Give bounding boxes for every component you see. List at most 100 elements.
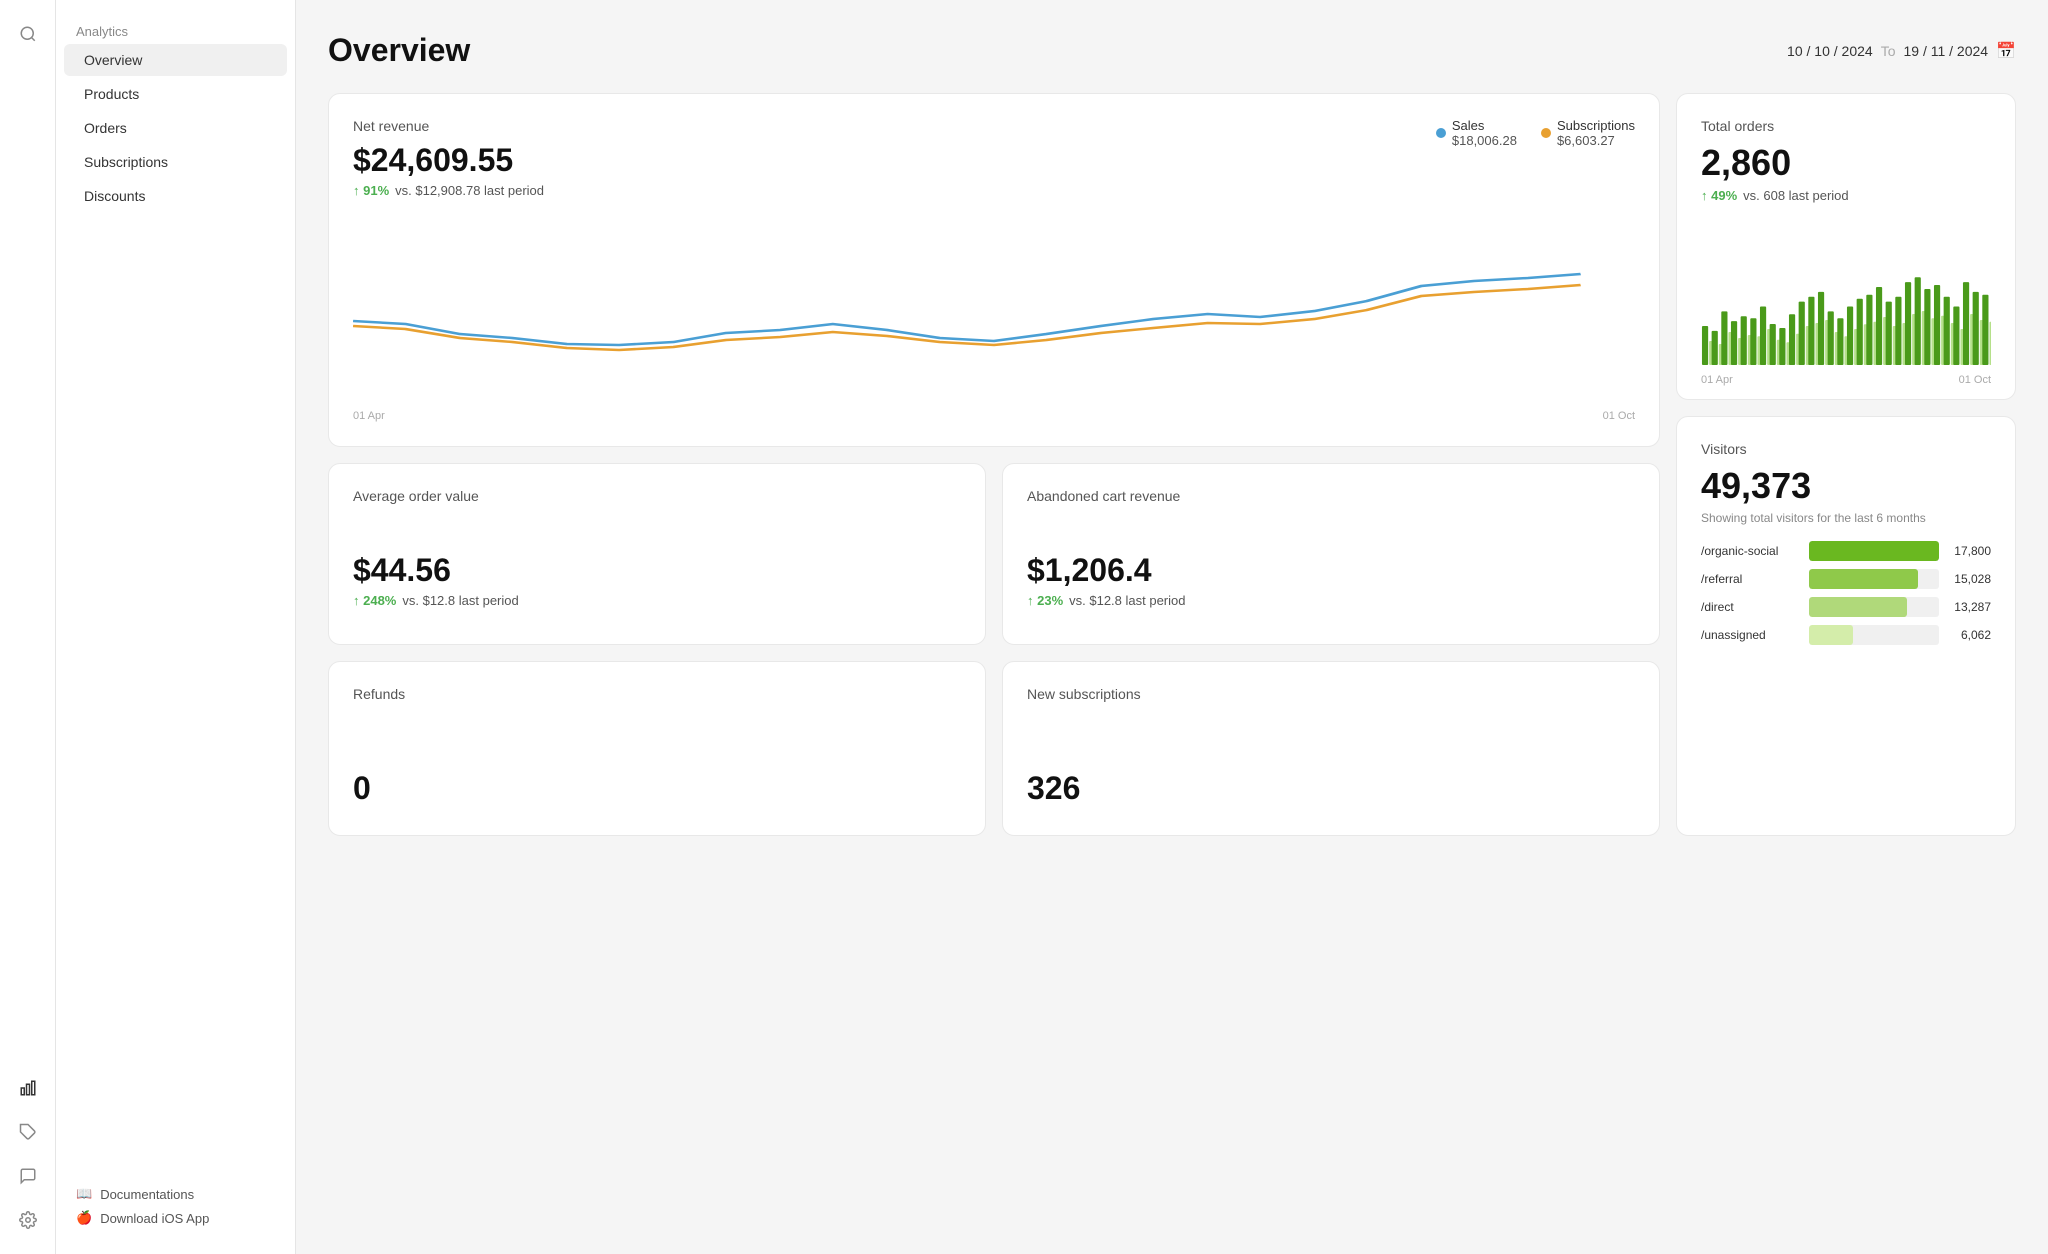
metrics-row2: Average order value $44.56 ↑ 248% vs. $1…: [328, 463, 1660, 645]
refunds-title: Refunds: [353, 686, 961, 702]
apple-icon: 🍎: [76, 1210, 92, 1226]
refunds-card: Refunds 0: [328, 661, 986, 836]
avg-order-value: $44.56: [353, 552, 961, 589]
legend-sales: Sales $18,006.28: [1436, 118, 1517, 148]
total-orders-chart: 01 Apr 01 Oct: [1701, 215, 1991, 375]
book-icon: 📖: [76, 1186, 92, 1202]
avg-order-text: vs. $12.8 last period: [402, 593, 518, 608]
traffic-row: /direct 13,287: [1701, 597, 1991, 617]
traffic-bar-fill: [1809, 541, 1939, 561]
nav-item-overview[interactable]: Overview: [64, 44, 287, 76]
chat-icon-btn[interactable]: [10, 1158, 46, 1194]
avg-order-delta: ↑ 248% vs. $12.8 last period: [353, 593, 961, 608]
calendar-icon[interactable]: 📅: [1996, 41, 2016, 61]
tag-icon-btn[interactable]: [10, 1114, 46, 1150]
traffic-label: /referral: [1701, 572, 1801, 586]
net-revenue-delta-text: vs. $12,908.78 last period: [395, 183, 544, 198]
legend-sales-value: $18,006.28: [1452, 133, 1517, 148]
legend-sales-group: Sales $18,006.28: [1452, 118, 1517, 148]
refunds-value: 0: [353, 770, 961, 807]
legend-sales-label: Sales: [1452, 118, 1517, 133]
abandoned-cart-delta: ↑ 23% vs. $12.8 last period: [1027, 593, 1635, 608]
abandoned-cart-card: Abandoned cart revenue $1,206.4 ↑ 23% vs…: [1002, 463, 1660, 645]
orders-chart-start: 01 Apr: [1701, 374, 1733, 386]
traffic-row: /referral 15,028: [1701, 569, 1991, 589]
net-revenue-chart: [353, 226, 1635, 406]
traffic-bar-wrap: [1809, 569, 1939, 589]
traffic-bar-wrap: [1809, 597, 1939, 617]
traffic-count: 15,028: [1947, 572, 1991, 586]
full-layout: Net revenue $24,609.55 ↑ 91% vs. $12,908…: [328, 93, 2016, 836]
page-title: Overview: [328, 32, 470, 69]
net-revenue-card: Net revenue $24,609.55 ↑ 91% vs. $12,908…: [328, 93, 1660, 447]
visitors-title: Visitors: [1701, 441, 1991, 457]
icon-sidebar: [0, 0, 56, 1254]
traffic-count: 6,062: [1947, 628, 1991, 642]
date-to: 19 / 11 / 2024: [1903, 43, 1988, 59]
visitors-value: 49,373: [1701, 465, 1991, 507]
total-orders-card: Total orders 2,860 ↑ 49% vs. 608 last pe…: [1676, 93, 2016, 400]
traffic-label: /direct: [1701, 600, 1801, 614]
total-orders-value: 2,860: [1701, 142, 1991, 184]
net-revenue-delta: ↑ 91% vs. $12,908.78 last period: [353, 183, 544, 198]
left-column: Net revenue $24,609.55 ↑ 91% vs. $12,908…: [328, 93, 1660, 836]
main-content: Overview 10 / 10 / 2024 To 19 / 11 / 202…: [296, 0, 2048, 1254]
chart-date-end: 01 Oct: [1603, 410, 1635, 422]
search-icon-btn[interactable]: [10, 16, 46, 52]
new-subs-title: New subscriptions: [1027, 686, 1635, 702]
page-header: Overview 10 / 10 / 2024 To 19 / 11 / 202…: [328, 32, 2016, 69]
traffic-bar-fill: [1809, 597, 1907, 617]
net-revenue-pct: ↑ 91%: [353, 183, 389, 198]
nav-item-orders[interactable]: Orders: [64, 112, 287, 144]
total-orders-text: vs. 608 last period: [1743, 188, 1849, 203]
legend-subs: Subscriptions $6,603.27: [1541, 118, 1635, 148]
chart-date-start: 01 Apr: [353, 410, 385, 422]
visitors-card: Visitors 49,373 Showing total visitors f…: [1676, 416, 2016, 836]
visitors-subtitle: Showing total visitors for the last 6 mo…: [1701, 511, 1991, 525]
traffic-bar-fill: [1809, 625, 1853, 645]
avg-order-card: Average order value $44.56 ↑ 248% vs. $1…: [328, 463, 986, 645]
legend-subs-group: Subscriptions $6,603.27: [1557, 118, 1635, 148]
docs-label: Documentations: [100, 1187, 194, 1202]
traffic-count: 13,287: [1947, 600, 1991, 614]
nav-section-label: Analytics: [56, 16, 295, 43]
abandoned-cart-pct: ↑ 23%: [1027, 593, 1063, 608]
traffic-bars: /organic-social 17,800/referral 15,028/dir…: [1701, 541, 1991, 645]
total-orders-pct: ↑ 49%: [1701, 188, 1737, 203]
net-revenue-value: $24,609.55: [353, 142, 544, 179]
revenue-legend: Sales $18,006.28 Subscriptions $6,603.27: [1436, 118, 1635, 148]
new-subs-card: New subscriptions 326: [1002, 661, 1660, 836]
abandoned-cart-title: Abandoned cart revenue: [1027, 488, 1635, 504]
traffic-label: /organic-social: [1701, 544, 1801, 558]
new-subs-value: 326: [1027, 770, 1635, 807]
nav-item-discounts[interactable]: Discounts: [64, 180, 287, 212]
traffic-bar-fill: [1809, 569, 1918, 589]
metrics-row3: Refunds 0 New subscriptions 326: [328, 661, 1660, 836]
abandoned-cart-text: vs. $12.8 last period: [1069, 593, 1185, 608]
traffic-row: /unassigned6,062: [1701, 625, 1991, 645]
nav-item-subscriptions[interactable]: Subscriptions: [64, 146, 287, 178]
abandoned-cart-value: $1,206.4: [1027, 552, 1635, 589]
date-range: 10 / 10 / 2024 To 19 / 11 / 2024 📅: [1787, 41, 2016, 61]
avg-order-pct: ↑ 248%: [353, 593, 396, 608]
traffic-count: 17,800: [1947, 544, 1991, 558]
nav-sidebar: Analytics Overview Products Orders Subsc…: [56, 0, 296, 1254]
total-orders-delta: ↑ 49% vs. 608 last period: [1701, 188, 1991, 203]
traffic-bar-wrap: [1809, 541, 1939, 561]
date-to-label: To: [1881, 43, 1896, 59]
docs-link[interactable]: 📖 Documentations: [76, 1186, 275, 1202]
net-revenue-chart-footer: 01 Apr 01 Oct: [353, 410, 1635, 422]
ios-label: Download iOS App: [100, 1211, 209, 1226]
orders-chart-end: 01 Oct: [1959, 374, 1991, 386]
traffic-row: /organic-social 17,800: [1701, 541, 1991, 561]
sales-dot: [1436, 128, 1446, 138]
revenue-header: Net revenue $24,609.55 ↑ 91% vs. $12,908…: [353, 118, 1635, 210]
nav-item-products[interactable]: Products: [64, 78, 287, 110]
settings-icon-btn[interactable]: [10, 1202, 46, 1238]
net-revenue-title: Net revenue: [353, 118, 544, 134]
ios-link[interactable]: 🍎 Download iOS App: [76, 1210, 275, 1226]
analytics-icon-btn[interactable]: [10, 1070, 46, 1106]
avg-order-title: Average order value: [353, 488, 961, 504]
right-column: Total orders 2,860 ↑ 49% vs. 608 last pe…: [1676, 93, 2016, 836]
date-from: 10 / 10 / 2024: [1787, 43, 1873, 59]
